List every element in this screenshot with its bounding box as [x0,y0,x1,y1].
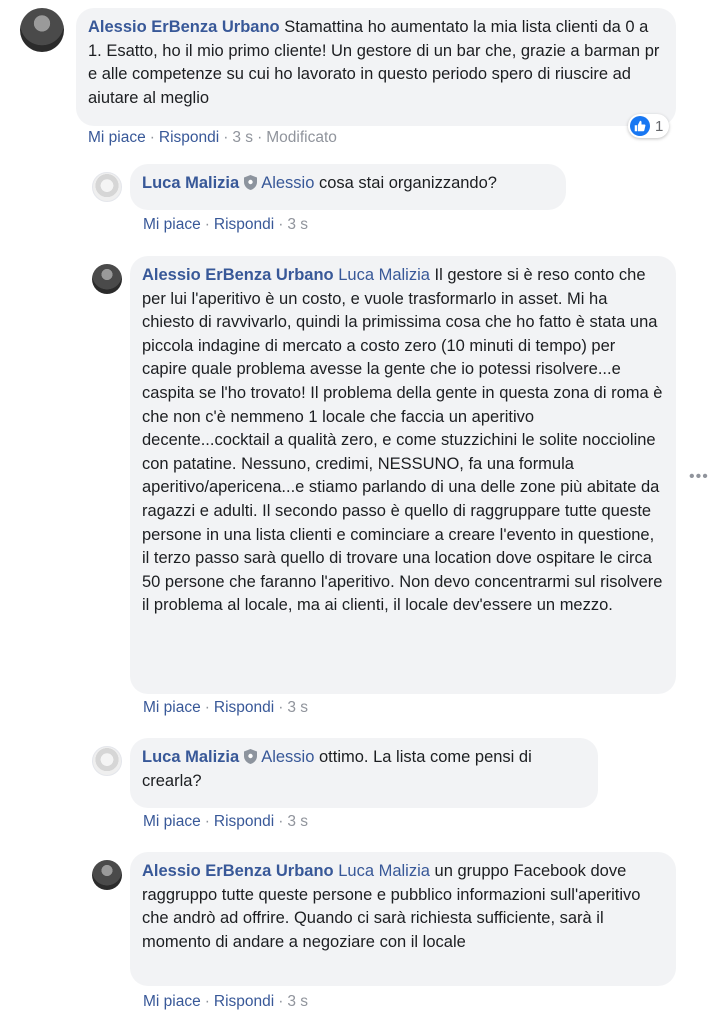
timestamp[interactable]: 3 s [287,993,308,1010]
comment-bubble: Alessio ErBenza Urbano Stamattina ho aum… [76,8,676,126]
reaction-number: 1 [655,117,664,135]
timestamp[interactable]: 3 s [232,129,253,146]
mention-tag[interactable]: Alessio [261,174,314,192]
shield-icon [244,175,258,190]
timestamp[interactable]: 3 s [287,813,308,830]
comment-author[interactable]: Alessio ErBenza Urbano [142,266,334,284]
reply-comment: Luca Malizia Alessio ottimo. La lista com… [0,730,727,842]
reply-comment: Alessio ErBenza Urbano Luca Malizia Il g… [0,250,727,730]
comment-author[interactable]: Luca Malizia [142,748,239,766]
reply-link[interactable]: Rispondi [214,813,274,830]
edited-label[interactable]: Modificato [266,129,337,146]
avatar[interactable] [20,8,64,52]
comment-actions: Mi piace · Rispondi · 3 s · Modificato [88,129,337,146]
mention-tag[interactable]: Luca Malizia [338,862,430,880]
comment-actions: Mi piace · Rispondi · 3 s [143,216,309,233]
comment-actions: Mi piace · Rispondi · 3 s [143,813,309,830]
like-reaction-icon [630,116,650,136]
reply-link[interactable]: Rispondi [159,129,219,146]
avatar[interactable] [92,746,122,776]
comment-author[interactable]: Alessio ErBenza Urbano [88,18,280,36]
avatar[interactable] [92,264,122,294]
avatar[interactable] [92,860,122,890]
comment-bubble: Alessio ErBenza Urbano Luca Malizia un g… [130,852,676,986]
avatar[interactable] [92,172,122,202]
comment-actions: Mi piace · Rispondi · 3 s [143,699,309,716]
comment: Alessio ErBenza Urbano Stamattina ho aum… [0,0,727,160]
mention-tag[interactable]: Alessio [261,748,314,766]
timestamp[interactable]: 3 s [287,216,308,233]
comment-text: cosa stai organizzando? [319,174,497,192]
reaction-count[interactable]: 1 [628,114,670,138]
comment-bubble: Luca Malizia Alessio ottimo. La lista com… [130,738,598,808]
comment-author[interactable]: Alessio ErBenza Urbano [142,862,334,880]
like-link[interactable]: Mi piace [143,813,201,830]
comment-bubble: Luca Malizia Alessio cosa stai organizzan… [130,164,566,210]
like-link[interactable]: Mi piace [143,699,201,716]
more-horizontal-icon[interactable]: ••• [689,468,709,486]
reply-link[interactable]: Rispondi [214,699,274,716]
reply-link[interactable]: Rispondi [214,993,274,1010]
timestamp[interactable]: 3 s [287,699,308,716]
mention-tag[interactable]: Luca Malizia [338,266,430,284]
comment-actions: Mi piace · Rispondi · 3 s [143,993,309,1010]
like-link[interactable]: Mi piace [143,993,201,1010]
reply-comment: Luca Malizia Alessio cosa stai organizzan… [0,160,727,250]
comment-author[interactable]: Luca Malizia [142,174,239,192]
reply-comment: Alessio ErBenza Urbano Luca Malizia un g… [0,842,727,1024]
like-link[interactable]: Mi piace [143,216,201,233]
shield-icon [244,749,258,764]
comment-bubble: Alessio ErBenza Urbano Luca Malizia Il g… [130,256,676,694]
like-link[interactable]: Mi piace [88,129,146,146]
comment-text: Il gestore si è reso conto che per lui l… [142,266,663,615]
reply-link[interactable]: Rispondi [214,216,274,233]
